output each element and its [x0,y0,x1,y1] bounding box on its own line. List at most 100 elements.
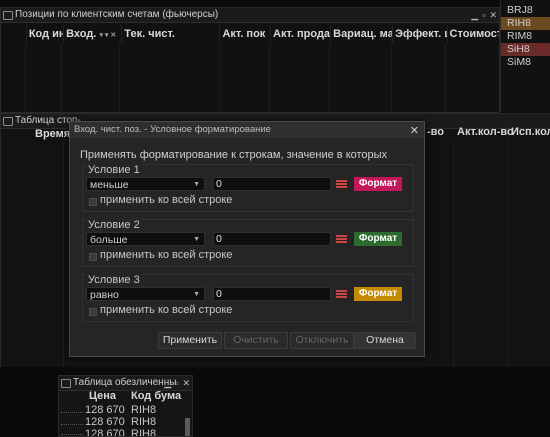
condition-group-2: Условие 2 больше ▼ 0 Формат применить ко… [82,219,414,267]
code-cell: RIH8 [131,404,157,416]
deals-window: Таблица обезличенны ▁ ▫ ✕ Цена Код бума … [58,375,193,437]
list-item[interactable]: SiH8 [501,43,550,56]
col-code[interactable]: Код ин [27,25,65,43]
close-icon[interactable]: ✕ [489,8,497,22]
apply-row-checkbox[interactable] [89,253,97,261]
window-controls: ▁ ▫ ✕ [471,8,497,22]
condition-label: Условие 2 [86,219,142,231]
value-input[interactable]: 0 [213,177,331,191]
grid-line [445,44,446,112]
grid-line [391,44,392,112]
list-item[interactable]: RIH8 [501,17,550,30]
col-position-value[interactable]: Стоимость поз [448,25,499,43]
scrollbar[interactable] [185,418,190,436]
sort-icons[interactable]: ▾ ▾ ✕ [99,32,116,39]
positions-header: Код ин Вход. ▾ ▾ ✕ Тек. чист. Акт. пок А… [1,25,499,43]
close-icon[interactable]: ✕ [182,376,190,390]
format-button[interactable]: Формат [354,177,402,191]
grid-line [219,44,220,112]
format-button[interactable]: Формат [354,287,402,301]
grid-line [61,44,62,112]
apply-row-checkbox[interactable] [89,308,97,316]
chevron-down-icon: ▼ [193,236,200,243]
operator-select[interactable]: равно ▼ [86,287,205,301]
positions-window-title: Позиции по клиентским счетам (фьючерсы) [15,9,219,20]
operator-select[interactable]: больше ▼ [86,232,205,246]
row-leader [61,412,83,413]
table-row[interactable]: 128 670 RIH8 [59,404,183,416]
operator-value: меньше [90,179,129,191]
table-icon [61,379,71,388]
clear-button[interactable]: Очистить [224,332,288,349]
col-variation-margin[interactable]: Вариац. мар [331,25,394,43]
col-security-code[interactable]: Код бума [131,390,181,402]
chevron-down-icon: ▼ [193,291,200,298]
condition-group-1: Условие 1 меньше ▼ 0 Формат применить ко… [82,164,414,212]
color-palette-icon[interactable] [336,234,347,245]
format-button[interactable]: Формат [354,232,402,246]
value-input[interactable]: 0 [213,232,331,246]
grid-line [119,44,120,112]
disable-button[interactable]: Отключить [290,332,354,349]
positions-window-titlebar[interactable]: Позиции по клиентским счетам (фьючерсы) … [1,8,499,23]
window-controls: ▁ ▫ ✕ [164,376,190,390]
table-icon [3,117,13,126]
apply-row-label: применить ко всей строке [100,194,233,206]
cancel-button[interactable]: Отмена [354,332,416,349]
grid-line [507,140,508,367]
table-icon [3,11,13,20]
deals-window-title: Таблица обезличенны [73,377,177,388]
apply-button[interactable]: Применить [158,332,222,349]
maximize-icon[interactable]: ▫ [175,376,178,390]
maximize-icon[interactable]: ▫ [482,8,485,22]
grid-line [453,140,454,367]
dialog-titlebar[interactable]: Вход. чист. поз. - Условное форматирован… [70,122,424,138]
value-input[interactable]: 0 [213,287,331,301]
col-time[interactable]: Время [35,128,70,140]
dialog-title: Вход. чист. поз. - Условное форматирован… [74,124,271,135]
apply-row-label: применить ко всей строке [100,249,233,261]
grid-line [269,44,270,112]
color-palette-icon[interactable] [336,179,347,190]
col-act-buy[interactable]: Акт. пок [220,25,272,43]
instrument-list: BRJ8 RIH8 RIM8 SiH8 SiM8 [500,0,550,112]
operator-select[interactable]: меньше ▼ [86,177,205,191]
minimize-icon[interactable]: ▁ [471,8,478,22]
apply-row-checkbox[interactable] [89,198,97,206]
table-row[interactable]: 128 670 RIH8 [59,416,183,428]
deals-window-titlebar[interactable]: Таблица обезличенны ▁ ▫ ✕ [59,376,192,391]
col-current-net[interactable]: Тек. чист. [122,25,221,43]
col-act-sell[interactable]: Акт. прода [271,25,332,43]
col-entry[interactable]: Вход. ▾ ▾ ✕ [64,25,123,43]
condition-label: Условие 1 [86,164,142,176]
col-act-qty[interactable]: Акт.кол-во [457,126,514,138]
code-cell: RIH8 [131,416,157,428]
chevron-down-icon: ▼ [193,181,200,188]
close-icon[interactable]: ✕ [410,123,419,139]
color-palette-icon[interactable] [336,289,347,300]
price-cell: 128 670 [85,416,125,428]
row-leader [61,424,83,425]
col-exec-qty[interactable]: Исп.кол [511,126,550,138]
operator-value: равно [90,289,119,301]
list-item[interactable]: SiM8 [501,56,550,69]
grid-line [329,44,330,112]
minimize-icon[interactable]: ▁ [164,376,171,390]
apply-row-label: применить ко всей строке [100,304,233,316]
list-item[interactable]: RIM8 [501,30,550,43]
col-entry-label: Вход. [66,28,97,40]
header-blank [1,25,27,43]
condition-label: Условие 3 [86,274,142,286]
col-effective-price[interactable]: Эффект. ц [393,25,448,43]
dialog-description: Применять форматирование к строкам, знач… [80,149,388,161]
operator-value: больше [90,234,128,246]
price-cell: 128 670 [85,404,125,416]
list-item[interactable]: BRJ8 [501,4,550,17]
conditional-format-dialog: Вход. чист. поз. - Условное форматирован… [69,121,425,357]
grid-line [25,44,26,112]
col-qty-tail[interactable]: -во [427,126,444,138]
positions-window: Позиции по клиентским счетам (фьючерсы) … [0,7,500,113]
grid-line [63,140,64,367]
condition-group-3: Условие 3 равно ▼ 0 Формат применить ко … [82,274,414,322]
col-price[interactable]: Цена [89,390,116,402]
